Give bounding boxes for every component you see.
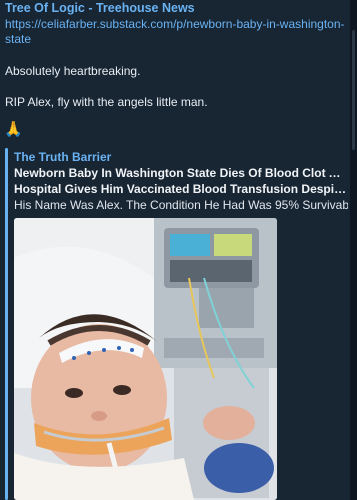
message-text-line-1: Absolutely heartbreaking. xyxy=(5,64,141,78)
message-bubble: Tree Of Logic - Treehouse News https://c… xyxy=(0,0,350,500)
link-preview-description: His Name Was Alex. The Condition He Had … xyxy=(14,198,348,212)
scrollbar[interactable] xyxy=(350,0,357,500)
link-preview[interactable]: The Truth Barrier Newborn Baby In Washin… xyxy=(5,148,348,500)
link-preview-title-line-2: Hospital Gives Him Vaccinated Blood Tran… xyxy=(14,182,348,196)
link-preview-accent-bar xyxy=(5,148,8,500)
link-preview-title-line-1: Newborn Baby In Washington State Dies Of… xyxy=(14,166,348,180)
message-link[interactable]: https://celiafarber.substack.com/p/newbo… xyxy=(5,17,345,47)
message-text-line-2: RIP Alex, fly with the angels little man… xyxy=(5,95,208,109)
sender-name[interactable]: Tree Of Logic - Treehouse News xyxy=(5,1,195,15)
praying-hands-emoji-icon: 🙏 xyxy=(4,121,23,138)
link-preview-site-name: The Truth Barrier xyxy=(14,150,112,164)
link-preview-image[interactable] xyxy=(14,218,277,500)
scrollbar-thumb[interactable] xyxy=(352,30,355,150)
